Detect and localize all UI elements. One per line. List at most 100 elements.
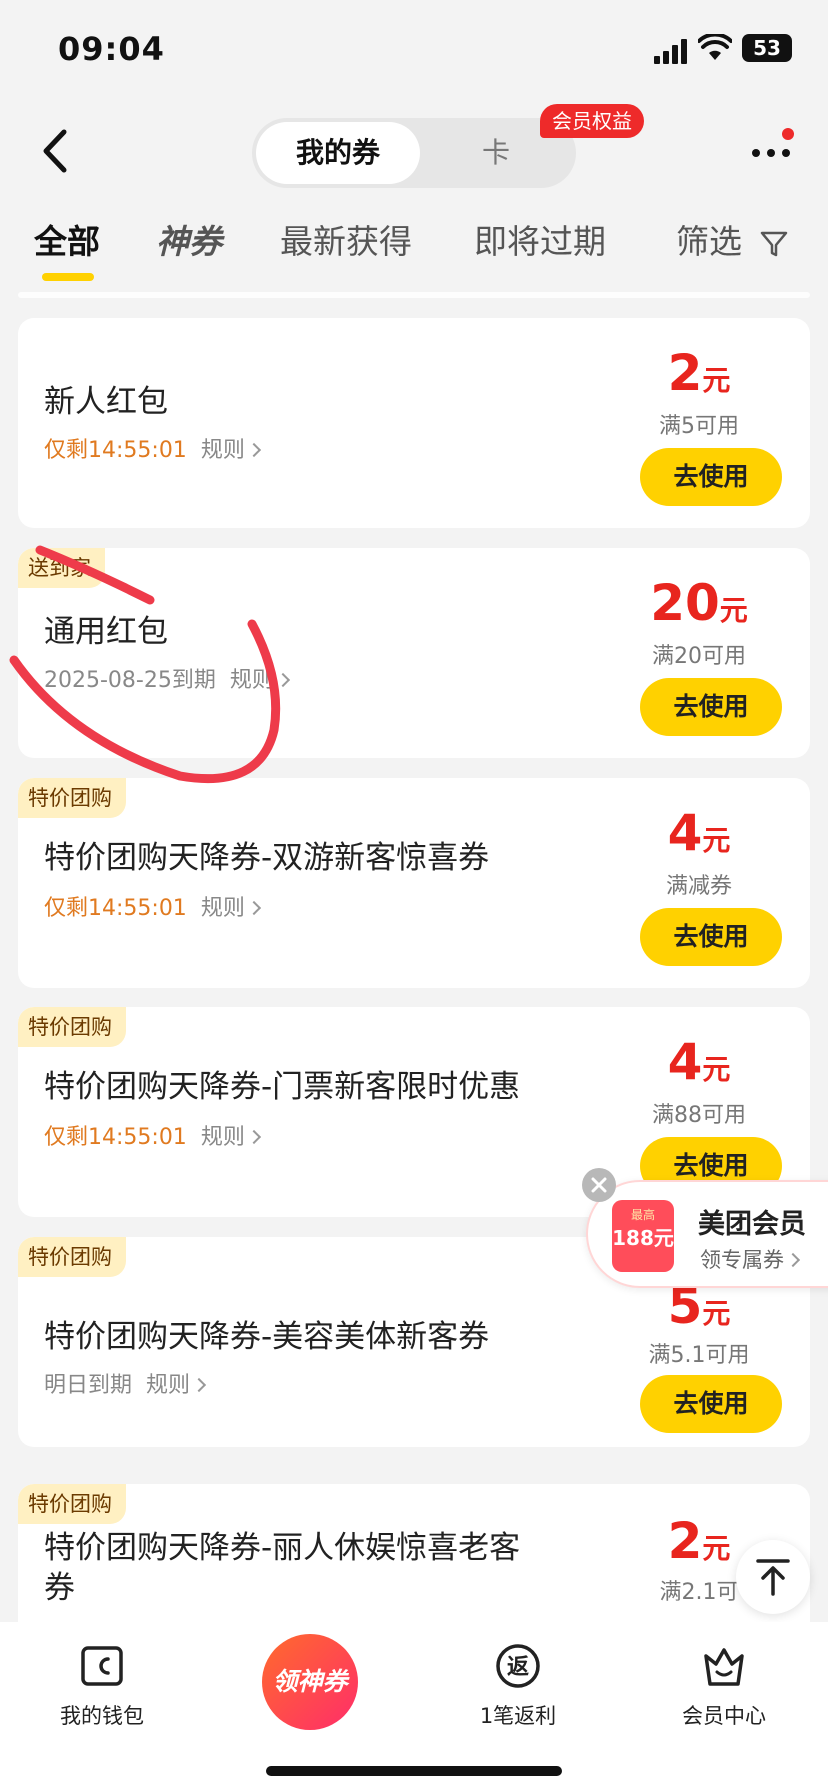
amount-value: 2 [667,1512,703,1570]
tabs-divider [18,292,810,298]
amount-value: 4 [667,804,703,862]
bottom-label-rebate: 1笔返利 [479,1704,557,1728]
member-subtitle-text: 领专属券 [700,1248,784,1272]
coupon-condition: 满5可用 [659,414,739,439]
more-icon[interactable] [746,136,796,166]
amount-unit: 元 [702,1053,731,1086]
bottom-item-rebate[interactable]: 返 1笔返利 [438,1642,598,1730]
member-img-caption: 最高 [630,1208,655,1222]
coupon-amount: 20元 [614,574,784,632]
vip-benefits-badge[interactable]: 会员权益 [540,104,644,138]
coupon-subline: 仅剩14:55:01 规则 [44,894,261,924]
tab-expiring[interactable]: 即将过期 [474,215,606,263]
member-coupon-image: 最高 188元 [612,1200,674,1272]
bottom-item-wallet[interactable]: 我的钱包 [22,1642,182,1730]
scroll-to-top-button[interactable] [736,1540,810,1614]
close-icon[interactable] [582,1168,616,1202]
coupon-rule-link[interactable]: 规则 [200,1125,261,1150]
coupon-subline: 仅剩14:55:01 规则 [44,436,261,466]
coupon-title: 特价团购天降券-门票新客限时优惠 [44,1069,521,1105]
tab-shen-coupons[interactable]: 神券 [156,215,222,263]
coupon-subline: 仅剩14:55:01 规则 [44,1123,261,1153]
bottom-label-member: 会员中心 [682,1704,766,1728]
rebate-icon: 返 [496,1644,540,1688]
coupon-subline: 2025-08-25到期 规则 [44,666,290,696]
member-subtitle: 领专属券 [700,1244,801,1274]
coupon-expiry: 明日到期 [44,1373,133,1398]
coupon-card: 特价团购 特价团购天降券-丽人休娱惊喜老客 券 2元 满2.1可 [18,1484,810,1644]
coupon-rule-link[interactable]: 规则 [146,1373,207,1398]
chevron-right-icon [246,900,261,916]
coupon-title-line2: 券 [44,1570,75,1606]
coupon-expiry: 仅剩14:55:01 [44,896,187,921]
coupon-condition: 满20可用 [652,644,746,669]
coupon-card-switch: 我的券 卡 [252,118,576,188]
coupon-amount: 2元 [614,344,784,402]
chevron-right-icon [275,672,290,688]
active-tab-indicator [42,273,94,281]
coupon-condition: 满5.1可用 [648,1343,750,1368]
chevron-right-icon [246,442,261,458]
coupon-condition: 满减券 [665,874,732,899]
use-button[interactable]: 去使用 [640,448,782,506]
member-img-amount: 188元 [612,1226,674,1250]
use-button[interactable]: 去使用 [640,1375,782,1433]
coupon-title: 通用红包 [44,614,168,650]
coupon-title-line1: 特价团购天降券-丽人休娱惊喜老客 [44,1530,521,1566]
coupon-title: 特价团购天降券-美容美体新客券 [44,1319,490,1355]
amount-value: 2 [667,344,703,402]
rule-label: 规则 [229,668,274,693]
coupon-expiry: 2025-08-25到期 [44,668,216,693]
coupon-tag: 送到家 [18,548,105,588]
coupon-tag: 特价团购 [18,778,126,818]
member-promo-popup[interactable]: 最高 188元 美团会员 领专属券 [586,1180,828,1288]
chevron-right-icon [246,1129,261,1145]
coupon-expiry: 仅剩14:55:01 [44,1125,187,1150]
amount-value: 4 [667,1033,703,1091]
amount-value: 20 [650,574,720,632]
chevron-right-icon [785,1252,801,1268]
coupon-card: 送到家 通用红包 2025-08-25到期 规则 20元 满20可用 去使用 [18,548,810,758]
coupon-tag: 特价团购 [18,1237,126,1277]
crown-basket-icon [704,1648,744,1686]
amount-unit: 元 [719,594,748,627]
bottom-item-member[interactable]: 会员中心 [644,1642,804,1730]
tab-all[interactable]: 全部 [34,215,100,263]
coupon-amount: 4元 [614,804,784,862]
filter-icon[interactable] [758,228,790,260]
battery-icon: 53 [742,34,792,62]
coupon-rule-link[interactable]: 规则 [200,438,261,463]
wifi-icon [698,34,732,60]
coupon-title: 特价团购天降券-双游新客惊喜券 [44,840,490,876]
status-time: 09:04 [58,30,165,68]
rebate-icon-glyph: 返 [507,1655,529,1680]
coupon-tag: 特价团购 [18,1007,126,1047]
wallet-icon [81,1646,123,1686]
amount-unit: 元 [702,1297,731,1330]
coupon-expiry: 仅剩14:55:01 [44,438,187,463]
tab-my-coupons[interactable]: 我的券 [256,122,420,184]
coupon-condition: 满88可用 [652,1103,746,1128]
coupon-amount: 4元 [614,1033,784,1091]
get-coupon-button[interactable]: 领神券 [262,1634,358,1730]
coupon-rule-link[interactable]: 规则 [229,668,290,693]
back-icon[interactable] [36,126,72,176]
filter-button[interactable]: 筛选 [676,215,742,263]
coupon-card: 新人红包 仅剩14:55:01 规则 2元 满5可用 去使用 [18,318,810,528]
amount-unit: 元 [702,824,731,857]
home-indicator [266,1766,562,1776]
coupon-rule-link[interactable]: 规则 [200,896,261,921]
chevron-right-icon [191,1377,207,1393]
rule-label: 规则 [200,438,245,463]
tab-newest[interactable]: 最新获得 [280,215,412,263]
battery-level: 53 [753,36,781,60]
rule-label: 规则 [146,1373,191,1398]
member-title: 美团会员 [698,1209,806,1240]
use-button[interactable]: 去使用 [640,908,782,966]
use-button[interactable]: 去使用 [640,678,782,736]
rule-label: 规则 [200,896,245,921]
bottom-label-wallet: 我的钱包 [60,1704,144,1728]
coupon-tag: 特价团购 [18,1484,126,1524]
rule-label: 规则 [200,1125,245,1150]
coupon-card: 特价团购 特价团购天降券-双游新客惊喜券 仅剩14:55:01 规则 4元 满减券… [18,778,810,988]
